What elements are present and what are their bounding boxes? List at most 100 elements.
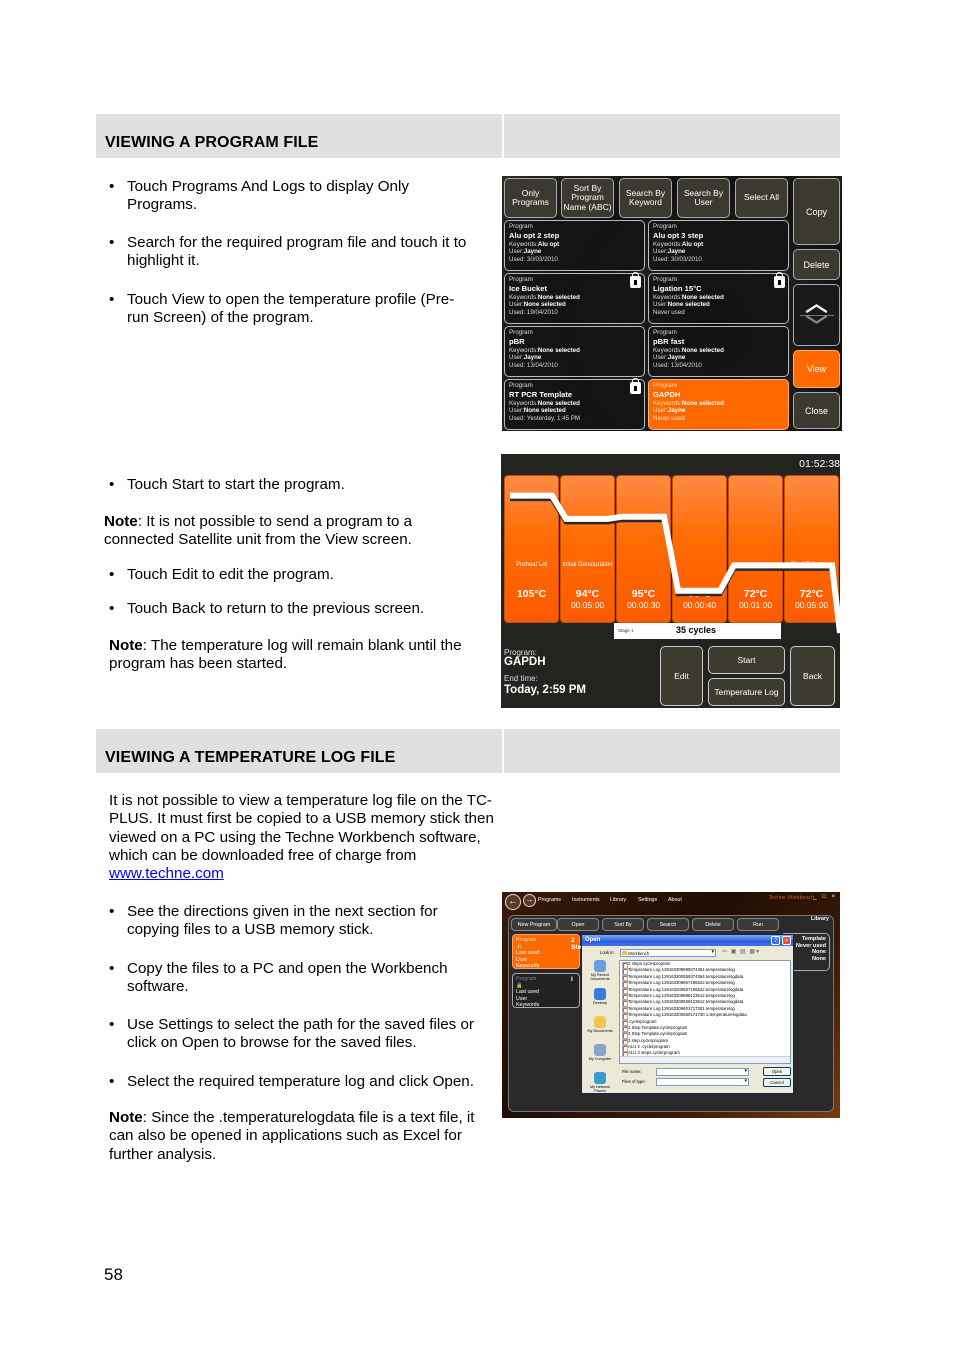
dialog-cancel-button[interactable]: Cancel bbox=[763, 1078, 791, 1087]
sort-by-button[interactable]: Sort By bbox=[602, 918, 644, 931]
place-item[interactable]: Desktop bbox=[584, 988, 616, 1016]
card-user: User:None selected bbox=[653, 301, 784, 309]
header-divider bbox=[502, 729, 504, 773]
card-program-name: Ice Bucket bbox=[509, 283, 547, 293]
card-keywords: Keywords:None selected bbox=[653, 400, 784, 408]
place-item[interactable]: My Recent Documents bbox=[584, 960, 616, 988]
note-text: : It is not possible to send a program t… bbox=[104, 513, 413, 549]
bullet-item: Use Settings to select the path for the … bbox=[105, 1016, 500, 1053]
place-icon bbox=[594, 960, 606, 972]
sort-by-name-button[interactable]: Sort By Program Name (ABC) bbox=[561, 178, 614, 218]
look-in-select[interactable]: Workbench bbox=[620, 949, 716, 957]
card-used: Used: Yesterday, 1:45 PM bbox=[509, 414, 581, 422]
program-card[interactable]: Program Ligation 15°C Keywords:None select… bbox=[648, 272, 789, 324]
card-field: User bbox=[516, 995, 528, 1002]
run-button[interactable]: Run bbox=[737, 918, 779, 931]
file-name-input[interactable] bbox=[656, 1068, 749, 1076]
keywords-value: None selected bbox=[681, 399, 724, 407]
window-controls[interactable]: _ □ × bbox=[813, 894, 837, 900]
nav-instruments[interactable]: Instruments bbox=[572, 897, 600, 903]
card-program-name: GAPDH bbox=[653, 389, 681, 399]
nav-library[interactable]: Library bbox=[610, 897, 626, 903]
horizontal-scrollbar[interactable] bbox=[620, 1056, 790, 1063]
program-card[interactable]: Program Ice Bucket Keywords:None selected U… bbox=[504, 272, 645, 324]
card-program-name: Alu opt 3 step bbox=[653, 230, 704, 240]
lock-icon: 🔒 bbox=[516, 982, 523, 989]
workbench-program-card[interactable]: Program 🔒 Last used User Keywords 2 Step bbox=[512, 934, 585, 969]
back-button[interactable]: Back bbox=[790, 646, 835, 706]
forward-arrow-icon[interactable]: → bbox=[523, 894, 536, 907]
card-user: User:Jayne bbox=[509, 248, 640, 256]
temperature-log-button[interactable]: Temperature Log bbox=[708, 678, 785, 706]
close-icon[interactable]: × bbox=[782, 936, 791, 945]
lock-icon bbox=[630, 272, 641, 288]
program-card[interactable]: Program Alu opt 2 step Keywords:Alu opt Use… bbox=[504, 220, 645, 271]
program-card[interactable]: Program pBR Keywords:None selected User:Jay… bbox=[504, 326, 645, 377]
keywords-value: None selected bbox=[537, 346, 580, 354]
card-used: Used: 13/04/2010 bbox=[509, 361, 558, 369]
bullet-item: Touch Edit to edit the program. bbox=[105, 566, 455, 585]
search-by-user-button[interactable]: Search By User bbox=[677, 178, 730, 218]
keywords-value: None selected bbox=[537, 293, 580, 301]
dialog-open-button[interactable]: Open bbox=[763, 1067, 791, 1076]
end-time-label: End time: bbox=[504, 674, 538, 683]
note-label: Note bbox=[109, 637, 143, 654]
workbench-program-card[interactable]: Program 🔒 Last used User Keywords I bbox=[512, 973, 580, 1008]
help-icon[interactable]: ? bbox=[771, 936, 780, 945]
program-card[interactable]: Program GAPDH Keywords:None selected User:J… bbox=[648, 379, 789, 430]
lock-icon: 🔒 bbox=[516, 943, 523, 950]
bullet-item: Search for the required program file and… bbox=[105, 234, 495, 271]
card-used: Never used bbox=[653, 308, 685, 316]
page-number: 58 bbox=[104, 1265, 123, 1284]
back-arrow-icon[interactable]: ← bbox=[505, 894, 521, 910]
note-excel: Note: Since the .temperaturelogdata file… bbox=[109, 1109, 494, 1164]
new-program-button[interactable]: New Program bbox=[511, 918, 557, 931]
program-card[interactable]: Program pBR fast Keywords:None selected Use… bbox=[648, 326, 789, 377]
copy-button[interactable]: Copy bbox=[793, 178, 840, 245]
user-value: Jayne bbox=[523, 248, 542, 256]
nav-settings[interactable]: Settings bbox=[638, 897, 657, 903]
only-programs-button[interactable]: Only Programs bbox=[504, 178, 557, 218]
keywords-value: Alu opt bbox=[537, 240, 560, 248]
place-label: My Documents bbox=[587, 1029, 613, 1033]
card-label: Program bbox=[516, 937, 537, 943]
file-name-label: File name: bbox=[622, 1069, 642, 1074]
user-label: User: bbox=[653, 407, 668, 415]
card-used: Used: 30/03/2010 bbox=[653, 255, 702, 263]
keywords-value: Alu opt bbox=[681, 240, 704, 248]
dialog-toolbar-icons[interactable]: ⇦ ▣ ▤ ▦▾ bbox=[722, 948, 760, 955]
place-item[interactable]: My Documents bbox=[584, 1016, 616, 1044]
program-card[interactable]: Program Alu opt 3 step Keywords:Alu opt Use… bbox=[648, 220, 789, 271]
scroll-down-icon[interactable]: ﹀ bbox=[805, 315, 827, 337]
start-button[interactable]: Start bbox=[708, 646, 785, 674]
card-field: Last used bbox=[516, 989, 539, 996]
search-by-keyword-button[interactable]: Search By Keyword bbox=[619, 178, 672, 218]
nav-programs[interactable]: Programs bbox=[538, 897, 561, 903]
nav-about[interactable]: About bbox=[668, 897, 682, 903]
keywords-value: None selected bbox=[537, 399, 580, 407]
open-button[interactable]: Open bbox=[557, 918, 599, 931]
card-type-label: Program bbox=[653, 223, 677, 230]
search-button[interactable]: Search bbox=[647, 918, 689, 931]
program-card[interactable]: Program RT PCR Template Keywords:None sele… bbox=[504, 378, 645, 430]
note-text: : The temperature log will remain blank … bbox=[109, 637, 462, 673]
card-name: I bbox=[571, 976, 573, 983]
delete-button[interactable]: Delete bbox=[692, 918, 734, 931]
look-in-label: Look in: bbox=[600, 950, 615, 955]
card-user: User:Jayne bbox=[653, 354, 784, 362]
place-item[interactable]: My Network Places bbox=[584, 1072, 616, 1100]
program-list-screenshot: Only Programs Sort By Program Name (ABC)… bbox=[502, 176, 842, 431]
keywords-label: Keywords: bbox=[653, 293, 682, 301]
close-button[interactable]: Close bbox=[793, 392, 840, 429]
file-list[interactable]: 2 steps.cyclerprogram Temperature Log 129… bbox=[619, 960, 791, 1064]
file-type-select[interactable] bbox=[656, 1078, 749, 1086]
bullet-item: Touch Start to start the program. bbox=[105, 476, 455, 495]
scroll-up-icon[interactable]: ︿ bbox=[805, 292, 827, 314]
view-button[interactable]: View bbox=[793, 350, 840, 388]
place-item[interactable]: My Computer bbox=[584, 1044, 616, 1072]
bullet-item: Copy the files to a PC and open the Work… bbox=[105, 960, 475, 997]
techne-link[interactable]: www.techne.com bbox=[109, 865, 224, 882]
edit-button[interactable]: Edit bbox=[660, 646, 703, 706]
delete-button[interactable]: Delete bbox=[793, 249, 840, 280]
select-all-button[interactable]: Select All bbox=[735, 178, 788, 218]
